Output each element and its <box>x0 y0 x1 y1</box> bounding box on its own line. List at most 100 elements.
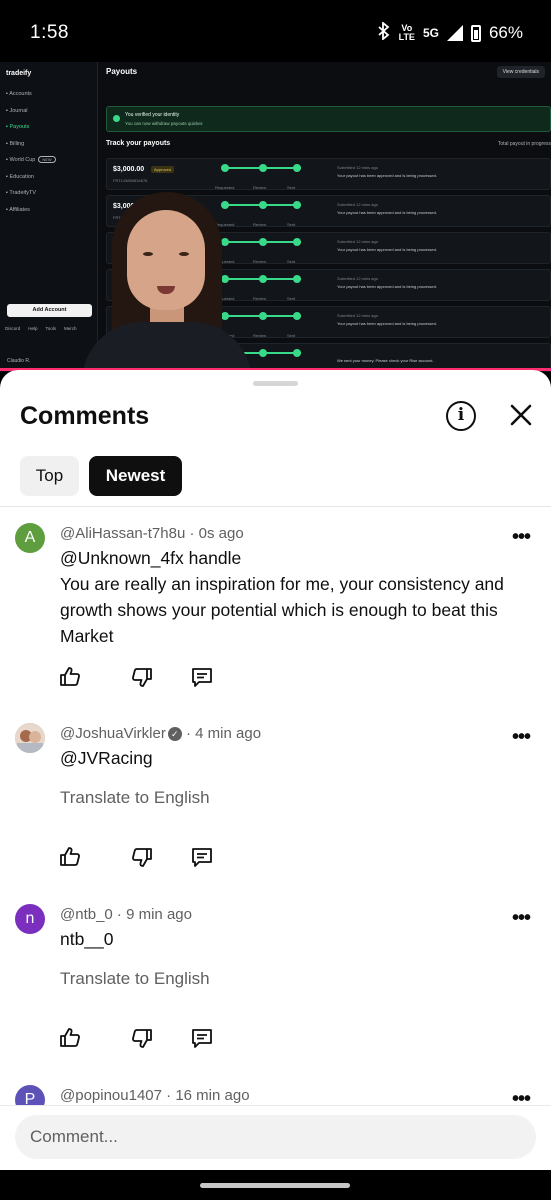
like-icon[interactable] <box>58 1026 82 1050</box>
close-icon[interactable] <box>505 398 537 432</box>
avatar[interactable]: A <box>15 523 45 553</box>
step-label: Requested <box>215 185 235 190</box>
comment-author[interactable]: @ntb_0 <box>60 906 113 923</box>
avatar[interactable] <box>15 723 45 753</box>
comment-input-bar <box>0 1105 551 1170</box>
step-check-icon <box>259 164 267 172</box>
video-nav-billing: ▪ Billing <box>6 140 25 147</box>
step-label: Sent <box>287 259 296 264</box>
comment-actions <box>58 1026 228 1052</box>
video-view-credentials: View credentials <box>496 66 545 78</box>
video-nav-tradeifytv: ▪ TradeifyTV <box>6 190 37 196</box>
step-label: Sent <box>287 222 296 227</box>
step-check-icon <box>259 349 267 357</box>
video-footer-discord: Discord <box>5 326 21 331</box>
payout-message: Your payout has been approved and is bei… <box>337 210 437 215</box>
payout-submitted: Submitted 12 mins ago <box>337 313 378 318</box>
video-nav-accounts: ▪ Accounts <box>6 91 32 97</box>
avatar[interactable]: n <box>15 904 45 934</box>
step-check-icon <box>259 201 267 209</box>
home-gesture-pill[interactable] <box>200 1183 350 1188</box>
step-label: Review <box>253 259 267 264</box>
comment-author[interactable]: @AliHassan-t7h8u <box>60 525 185 542</box>
comment-actions <box>58 665 228 691</box>
comment-text: ntb__0 <box>60 929 114 949</box>
info-icon[interactable]: i <box>446 401 476 431</box>
payout-message: Your payout has been approved and is bei… <box>337 247 437 252</box>
comment-text: @JVRacing <box>60 748 153 768</box>
dislike-icon[interactable] <box>130 845 154 869</box>
step-check-icon <box>293 201 301 209</box>
network-5g-label: 5G <box>422 26 439 40</box>
step-check-icon <box>293 349 301 357</box>
video-total-payout: Total payout in progress <box>497 141 551 147</box>
video-app-footer: Discord Help Tools Merch <box>5 326 77 331</box>
comment-actions <box>58 845 228 871</box>
video-app-nav: ▪ Accounts ▪ Journal ▪ Payouts ▪ Billing ▪ W… <box>6 86 56 218</box>
video-add-account: Add Account <box>7 304 92 317</box>
system-nav-bar <box>0 1170 551 1200</box>
divider <box>0 506 551 507</box>
verify-sub: You can now withdraw payouts quicker. <box>125 121 204 126</box>
video-verify-banner: You verified your identity You can now w… <box>106 106 551 132</box>
sort-chip-newest[interactable]: Newest <box>89 456 182 496</box>
payout-amount: $3,000.00 <box>113 166 145 173</box>
step-check-icon <box>293 164 301 172</box>
comment-author-line: @ntb_0 · 9 min ago <box>60 906 192 923</box>
step-check-icon <box>221 164 229 172</box>
payout-message: Your payout has been approved and is bei… <box>337 321 437 326</box>
video-nav-affiliates: ▪ Affiliates <box>6 206 30 213</box>
payout-progress: Requested Review Sent <box>215 164 301 190</box>
translate-link[interactable]: Translate to English <box>60 788 210 808</box>
verified-icon: ✓ <box>167 727 182 741</box>
reply-icon[interactable] <box>190 845 214 869</box>
reply-icon[interactable] <box>190 1026 214 1050</box>
comment-time: · 0s ago <box>185 525 244 542</box>
step-check-icon <box>259 275 267 283</box>
check-icon <box>113 115 120 122</box>
step-label: Sent <box>287 296 296 301</box>
video-footer-help: Help <box>28 326 38 331</box>
video-nav-education: ▪ Education <box>6 173 34 180</box>
payout-id: FRTL15850834676 <box>113 178 148 183</box>
video-app-user: Claudio R. <box>7 358 31 364</box>
translate-link[interactable]: Translate to English <box>60 969 210 989</box>
dislike-icon[interactable] <box>130 665 154 689</box>
video-footer-tools: Tools <box>45 326 57 331</box>
payout-message: We sent your money. Please check your Ri… <box>337 358 434 363</box>
video-nav-payouts: ▪ Payouts <box>6 124 30 130</box>
video-player[interactable]: tradeify ▪ Accounts ▪ Journal ▪ Payouts ▪ B… <box>0 62 551 372</box>
payout-submitted: Submitted 12 mins ago <box>337 202 378 207</box>
sort-chip-top[interactable]: Top <box>20 456 79 496</box>
drag-handle[interactable] <box>253 381 298 386</box>
step-label: Sent <box>287 333 296 338</box>
video-track-title: Track your payouts <box>106 140 171 147</box>
volte-icon: Vo LTE <box>398 23 415 42</box>
video-nav-world-cup: ▪ World Cup NEW <box>6 152 56 169</box>
battery-icon <box>470 24 481 42</box>
like-icon[interactable] <box>58 845 82 869</box>
comments-sheet: Comments i Top Newest A @AliHassan-t7h8u… <box>0 370 551 1170</box>
reply-icon[interactable] <box>190 665 214 689</box>
comment-time: · 9 min ago <box>112 906 192 923</box>
presenter <box>82 192 252 372</box>
payout-submitted: Submitted 12 mins ago <box>337 239 378 244</box>
status-time: 1:58 <box>30 22 69 43</box>
step-check-icon <box>293 275 301 283</box>
battery-level: 66% <box>488 23 523 42</box>
dislike-icon[interactable] <box>130 1026 154 1050</box>
payout-submitted: Submitted 12 mins ago <box>337 165 378 170</box>
new-badge: NEW <box>38 156 56 163</box>
comment-author-line: @popinou1407 · 16 min ago <box>60 1087 250 1104</box>
payout-message: Your payout has been approved and is bei… <box>337 173 437 178</box>
like-icon[interactable] <box>58 665 82 689</box>
status-bar: 1:58 Vo LTE 5G 66% <box>0 0 551 62</box>
comment-author-line: @AliHassan-t7h8u · 0s ago <box>60 525 244 542</box>
comment-input[interactable] <box>15 1115 536 1159</box>
step-check-icon <box>259 312 267 320</box>
comment-text: @Unknown_4fx handle You are really an in… <box>60 548 504 646</box>
comment-author[interactable]: @JoshuaVirkler <box>60 725 166 742</box>
payout-submitted: Submitted 12 mins ago <box>337 276 378 281</box>
payout-message: Your payout has been approved and is bei… <box>337 284 437 289</box>
comment-author[interactable]: @popinou1407 <box>60 1087 162 1104</box>
